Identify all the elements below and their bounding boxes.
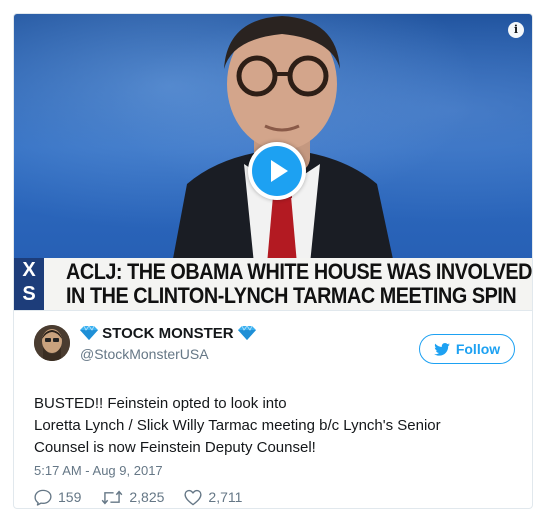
author-handle[interactable]: @StockMonsterUSA: [80, 346, 209, 362]
info-icon[interactable]: i: [508, 22, 524, 38]
retweet-icon: [102, 490, 123, 504]
like-count: 2,711: [208, 489, 243, 505]
retweet-action[interactable]: 2,825: [101, 489, 164, 506]
retweet-count: 2,825: [129, 489, 165, 505]
follow-button[interactable]: Follow: [419, 334, 515, 364]
tweet-text: BUSTED!! Feinstein opted to look into Lo…: [34, 393, 504, 459]
tweet-text-line-1: BUSTED!! Feinstein opted to look into: [34, 395, 287, 412]
reply-action[interactable]: 159: [34, 489, 81, 506]
diamond-icon: [80, 326, 98, 340]
chyron-line-1: ACLJ: THE OBAMA WHITE HOUSE WAS INVOLVED: [66, 259, 532, 284]
follow-label: Follow: [455, 341, 501, 357]
diamond-icon: [237, 326, 256, 340]
video-thumbnail-person: [172, 16, 394, 264]
author-name: STOCK MONSTER: [102, 325, 234, 342]
author-name-row[interactable]: STOCK MONSTER: [80, 325, 256, 345]
reply-icon: [34, 489, 52, 506]
like-action[interactable]: 2,711: [184, 489, 242, 506]
play-icon: [252, 146, 302, 196]
twitter-bird-icon: [434, 342, 450, 356]
heart-icon: [184, 489, 202, 505]
chyron-headline: ACLJ: THE OBAMA WHITE HOUSE WAS INVOLVED…: [66, 259, 532, 308]
avatar[interactable]: [34, 325, 70, 361]
chyron-line-2: IN THE CLINTON-LYNCH TARMAC MEETING SPIN: [66, 283, 517, 308]
tweet-text-line-2: Loretta Lynch / Slick Willy Tarmac meeti…: [34, 417, 441, 434]
chyron-side-label: X S: [14, 258, 44, 310]
tweet-card[interactable]: X S ACLJ: THE OBAMA WHITE HOUSE WAS INVO…: [13, 13, 533, 509]
reply-count: 159: [58, 489, 82, 505]
play-button[interactable]: [248, 142, 306, 200]
video-player[interactable]: X S ACLJ: THE OBAMA WHITE HOUSE WAS INVO…: [14, 14, 532, 310]
tweet-body: STOCK MONSTER @StockMonsterUSA Follow BU…: [14, 310, 532, 508]
tweet-text-line-3: Counsel is now Feinstein Deputy Counsel!: [34, 439, 316, 456]
tweet-timestamp[interactable]: 5:17 AM - Aug 9, 2017: [34, 463, 163, 478]
tweet-actions: 159 2,825 2,711: [34, 487, 262, 507]
news-chyron: X S ACLJ: THE OBAMA WHITE HOUSE WAS INVO…: [14, 258, 532, 310]
